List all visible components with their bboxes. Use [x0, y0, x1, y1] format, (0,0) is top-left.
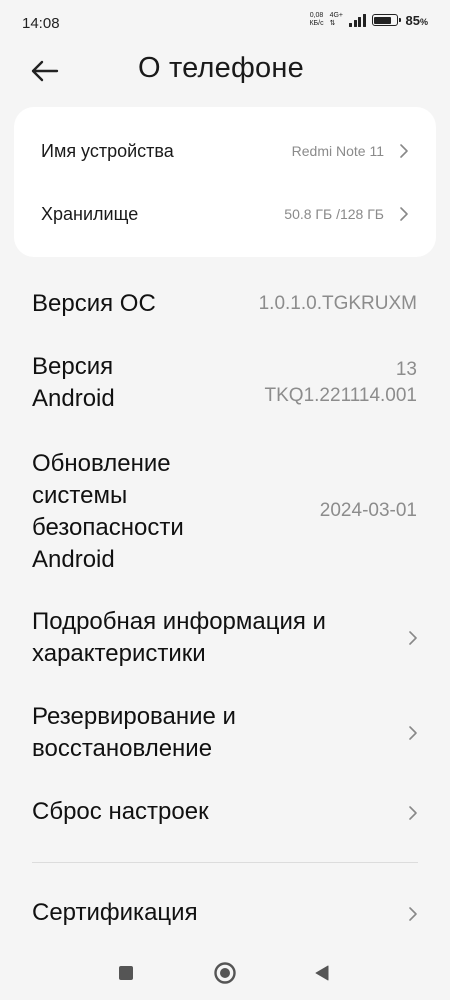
security-update-label-line4: Android [32, 546, 115, 573]
chevron-right-icon [400, 144, 408, 158]
about-phone-screen: 14:08 0,08 КБ/с 4G+ ⇅ 85% О телефоне Имя… [0, 0, 450, 1000]
detailed-info-label-line1: Подробная информация и [32, 608, 326, 635]
security-update-value: 2024-03-01 [319, 500, 417, 521]
recents-button[interactable] [113, 960, 139, 986]
android-version-value-line1: 13 [395, 359, 417, 380]
header: О телефоне [0, 48, 450, 94]
device-name-row[interactable]: Имя устройства Redmi Note 11 [14, 123, 436, 179]
security-update-label-line2: системы [32, 482, 128, 509]
certification-row[interactable]: Сертификация [0, 897, 450, 931]
device-name-value: Redmi Note 11 [291, 143, 384, 159]
battery-percent-sign: % [419, 16, 428, 27]
network-speed-unit: КБ/с [309, 20, 324, 27]
battery-percent-value: 85 [405, 12, 420, 28]
detailed-info-row[interactable]: Подробная информация и характеристики [0, 606, 450, 672]
android-version-label-line2: Android [32, 385, 115, 412]
back-button[interactable] [28, 56, 62, 86]
page-title: О телефоне [138, 52, 304, 84]
chevron-right-icon [409, 631, 417, 645]
signal-icon [349, 13, 366, 27]
navigation-bar [0, 946, 450, 1000]
home-button[interactable] [212, 960, 238, 986]
android-version-row: Версия Android 13 TKQ1.221114.001 [0, 351, 450, 417]
circle-icon [214, 962, 236, 984]
os-version-value: 1.0.1.0.TGKRUXM [258, 293, 417, 314]
storage-label: Хранилище [41, 203, 139, 224]
battery-icon [371, 14, 401, 26]
security-update-label-line3: безопасности [32, 514, 184, 541]
data-arrows-icon: ⇅ [329, 20, 336, 27]
triangle-icon [315, 965, 329, 981]
nav-back-button[interactable] [309, 960, 335, 986]
network-type: 4G+ ⇅ [330, 12, 343, 28]
battery-fill [374, 16, 392, 24]
square-icon [119, 966, 133, 980]
factory-reset-row[interactable]: Сброс настроек [0, 796, 450, 830]
battery-percent: 85% [406, 13, 428, 28]
storage-value: 50.8 ГБ /128 ГБ [284, 206, 384, 222]
backup-restore-label-line2: восстановление [32, 735, 213, 762]
network-speed: 0,08 КБ/с [309, 12, 323, 28]
network-speed-value: 0,08 [309, 12, 324, 19]
os-version-label: Версия ОС [32, 290, 156, 317]
chevron-right-icon [409, 806, 417, 820]
status-time: 14:08 [22, 15, 60, 32]
android-version-label-line1: Версия [32, 353, 114, 380]
network-type-label: 4G+ [329, 12, 344, 19]
backup-restore-label-line1: Резервирование и [32, 703, 236, 730]
storage-row[interactable]: Хранилище 50.8 ГБ /128 ГБ [14, 186, 436, 242]
status-bar: 14:08 0,08 КБ/с 4G+ ⇅ 85% [0, 0, 450, 48]
security-update-label-line1: Обновление [32, 450, 171, 477]
chevron-right-icon [400, 207, 408, 221]
factory-reset-label: Сброс настроек [32, 798, 209, 825]
security-update-row: Обновление системы безопасности Android … [0, 448, 450, 578]
section-divider [32, 862, 418, 863]
backup-restore-row[interactable]: Резервирование и восстановление [0, 701, 450, 767]
chevron-right-icon [409, 726, 417, 740]
device-name-label: Имя устройства [41, 140, 174, 161]
chevron-right-icon [409, 907, 417, 921]
android-version-value-line2: TKQ1.221114.001 [264, 385, 417, 406]
status-icons: 0,08 КБ/с 4G+ ⇅ 85% [309, 12, 428, 28]
detailed-info-label-line2: характеристики [32, 640, 206, 667]
os-version-row: Версия ОС 1.0.1.0.TGKRUXM [0, 288, 450, 322]
arrow-left-icon [31, 60, 59, 82]
device-card: Имя устройства Redmi Note 11 Хранилище 5… [14, 107, 436, 257]
certification-label: Сертификация [32, 899, 198, 926]
